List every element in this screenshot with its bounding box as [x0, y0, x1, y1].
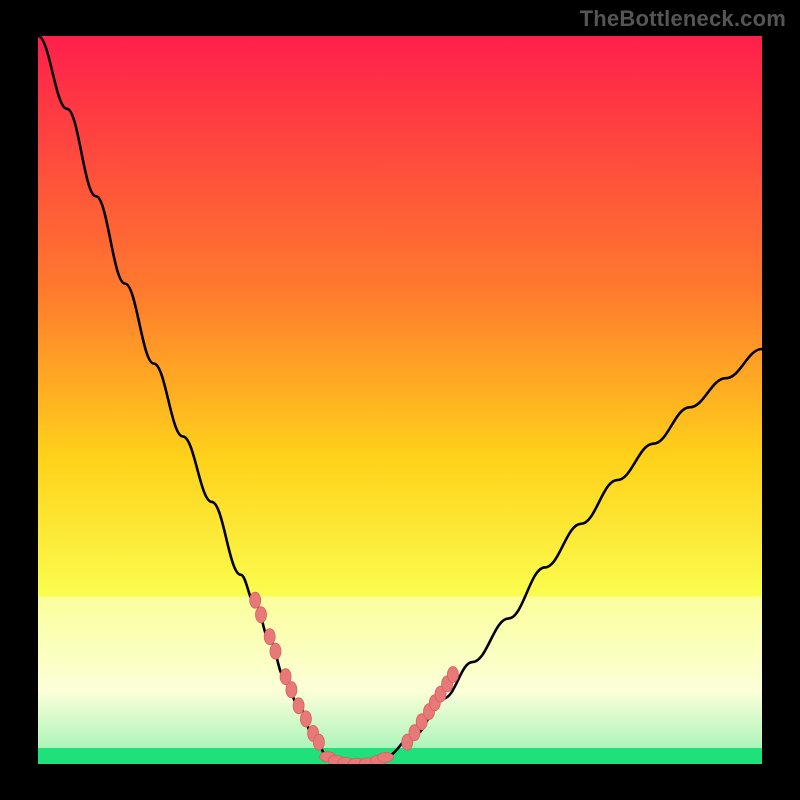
- data-marker: [264, 629, 275, 645]
- data-marker: [300, 711, 311, 727]
- chart-frame: TheBottleneck.com: [0, 0, 800, 800]
- data-marker: [286, 682, 297, 698]
- data-marker: [270, 643, 281, 659]
- bottleneck-chart: [38, 36, 762, 764]
- data-marker: [293, 698, 304, 714]
- optimal-band: [38, 597, 762, 764]
- data-marker: [256, 607, 267, 623]
- data-marker: [250, 592, 261, 608]
- plot-area: [38, 36, 762, 764]
- bottom-green-strip: [38, 748, 762, 764]
- watermark-label: TheBottleneck.com: [580, 6, 786, 32]
- data-marker: [313, 734, 324, 750]
- data-marker: [447, 667, 458, 683]
- data-marker: [378, 752, 394, 762]
